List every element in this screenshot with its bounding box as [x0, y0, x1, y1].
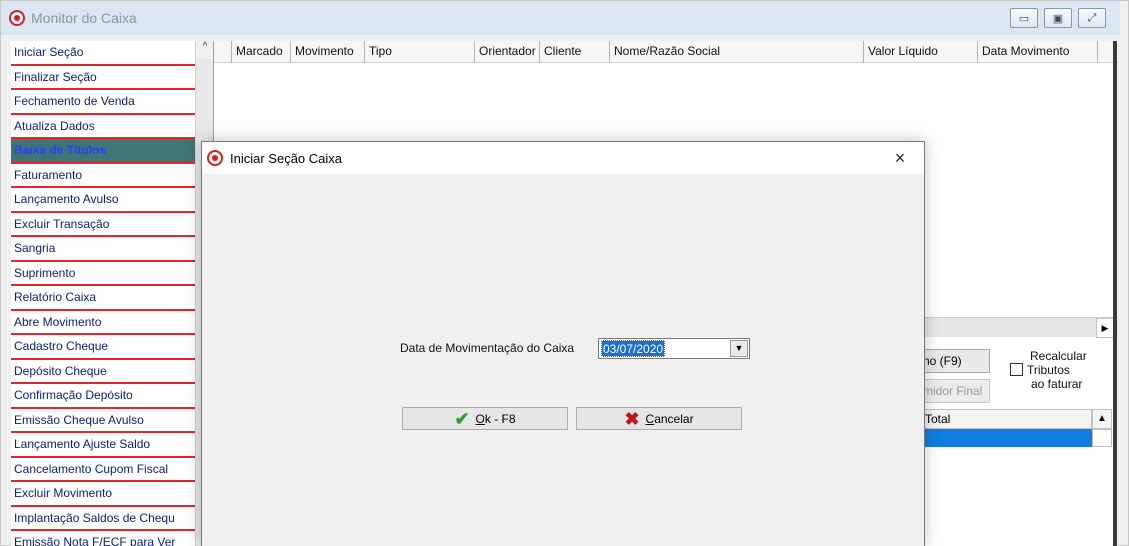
- close-icon[interactable]: ×: [890, 148, 910, 168]
- menu-item-iniciar-secao[interactable]: Iniciar Seção: [11, 41, 195, 66]
- scroll-up-icon[interactable]: ^: [196, 41, 214, 59]
- menu-item-finalizar-secao[interactable]: Finalizar Seção: [11, 66, 195, 90]
- menu-item-abre-movimento[interactable]: Abre Movimento: [11, 311, 195, 335]
- menu-item-cancelamento-cupom[interactable]: Cancelamento Cupom Fiscal: [11, 458, 195, 482]
- menu-item-relatorio-caixa[interactable]: Relatório Caixa: [11, 286, 195, 311]
- recalc-label-line3: ao faturar: [1031, 377, 1083, 391]
- cancel-button[interactable]: ✖ Cancelar: [576, 407, 742, 430]
- menu-item-excluir-movimento[interactable]: Excluir Movimento: [11, 482, 195, 507]
- dialog-logo-icon: [207, 150, 223, 166]
- menu-item-fechamento-venda[interactable]: Fechamento de Venda: [11, 90, 195, 115]
- menu-item-faturamento[interactable]: Faturamento: [11, 164, 195, 188]
- menu-item-lancamento-ajuste-saldo[interactable]: Lançamento Ajuste Saldo: [11, 433, 195, 458]
- dialog-titlebar: Iniciar Seção Caixa ×: [202, 142, 924, 174]
- cancel-x-icon: ✖: [624, 408, 640, 429]
- minimize-button[interactable]: ▭: [1010, 8, 1038, 28]
- total-grid-cell[interactable]: [1092, 429, 1112, 447]
- menu-item-implantacao-saldos[interactable]: Implantação Saldos de Chequ: [11, 507, 195, 531]
- scroll-right-icon[interactable]: ▶: [1096, 318, 1114, 338]
- menu-item-confirmacao-deposito[interactable]: Confirmação Depósito: [11, 384, 195, 409]
- recalc-label-line1: Recalcular: [1030, 349, 1087, 363]
- app-logo-icon: [9, 10, 25, 26]
- window-titlebar: Monitor do Caixa ▭ ▣ ⤢: [1, 1, 1120, 35]
- menu-item-suprimento[interactable]: Suprimento: [11, 262, 195, 286]
- window-title: Monitor do Caixa: [31, 10, 137, 26]
- date-field-label: Data de Movimentação do Caixa: [400, 341, 575, 355]
- operations-menu: Iniciar Seção Finalizar Seção Fechamento…: [11, 41, 195, 546]
- menu-item-deposito-cheque[interactable]: Depósito Cheque: [11, 360, 195, 384]
- ok-button-label: Ok - F8: [475, 411, 516, 426]
- grid-indicator-column: [214, 41, 232, 63]
- chevron-down-icon[interactable]: ▼: [730, 340, 748, 357]
- menu-item-atualiza-dados[interactable]: Atualiza Dados: [11, 115, 195, 139]
- menu-item-emissao-cheque-avulso[interactable]: Emissão Cheque Avulso: [11, 409, 195, 433]
- menu-item-sangria[interactable]: Sangria: [11, 237, 195, 262]
- checkmark-icon: ✔: [454, 408, 470, 429]
- grid-header: Marcado Movimento Tipo Orientador Client…: [214, 41, 1118, 63]
- column-marcado[interactable]: Marcado: [232, 41, 291, 63]
- consumer-final-button[interactable]: midor Final: [918, 379, 990, 403]
- column-valor-liquido[interactable]: Valor Líquido: [864, 41, 978, 63]
- main-window: Monitor do Caixa ▭ ▣ ⤢ Iniciar Seção Fin…: [0, 0, 1129, 546]
- menu-item-lancamento-avulso[interactable]: Lançamento Avulso: [11, 188, 195, 213]
- total-selected-row[interactable]: [918, 429, 1092, 447]
- menu-item-cadastro-cheque[interactable]: Cadastro Cheque: [11, 335, 195, 360]
- total-scroll-up-icon[interactable]: ▲: [1092, 409, 1112, 429]
- window-controls: ▭ ▣ ⤢: [1010, 8, 1106, 28]
- movement-date-field[interactable]: 03/07/2020 ▼: [598, 338, 750, 359]
- recalc-taxes-checkbox[interactable]: [1010, 363, 1023, 376]
- dialog-title: Iniciar Seção Caixa: [230, 151, 342, 166]
- recalc-label-line2: Tributos: [1027, 363, 1070, 377]
- column-data-movimento[interactable]: Data Movimento: [978, 41, 1098, 63]
- window-right-edge: [1113, 41, 1117, 546]
- menu-item-emissao-nota[interactable]: Emissão Nota F/ECF para Ver: [11, 531, 195, 546]
- total-column-header: Total: [918, 409, 1092, 429]
- iniciar-secao-dialog: Iniciar Seção Caixa × Data de Movimentaç…: [201, 141, 925, 546]
- column-nome-razao-social[interactable]: Nome/Razão Social: [610, 41, 864, 63]
- column-tipo[interactable]: Tipo: [365, 41, 475, 63]
- f9-button[interactable]: no (F9): [918, 349, 990, 373]
- column-movimento[interactable]: Movimento: [291, 41, 365, 63]
- column-orientador[interactable]: Orientador: [475, 41, 540, 63]
- maximize-button[interactable]: ▣: [1044, 8, 1072, 28]
- restore-button[interactable]: ⤢: [1078, 8, 1106, 28]
- column-cliente[interactable]: Cliente: [540, 41, 610, 63]
- movement-date-value[interactable]: 03/07/2020: [601, 340, 666, 357]
- ok-button[interactable]: ✔ Ok - F8: [402, 407, 568, 430]
- cancel-button-label: Cancelar: [645, 411, 694, 426]
- menu-item-excluir-transacao[interactable]: Excluir Transação: [11, 213, 195, 237]
- menu-item-baixa-titulos[interactable]: Baixa de Títulos: [11, 139, 195, 164]
